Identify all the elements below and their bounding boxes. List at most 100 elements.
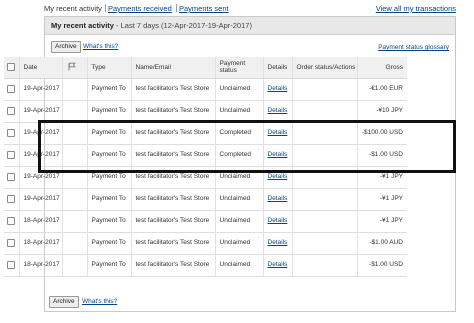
row-details-cell: Details — [262, 254, 292, 276]
whats-this-link[interactable]: What's this? — [83, 43, 118, 50]
row-select-cell — [4, 100, 19, 122]
tab-payments-received[interactable]: Payments received — [108, 4, 172, 13]
row-details-cell: Details — [262, 78, 292, 100]
row-gross: -$1.00 USD — [356, 254, 407, 276]
row-details-cell: Details — [262, 122, 292, 144]
select-all-checkbox[interactable] — [7, 63, 16, 72]
details-link[interactable]: Details — [268, 151, 288, 158]
archive-button[interactable]: Archive — [51, 41, 81, 53]
row-type: Payment To — [86, 78, 131, 100]
flag-icon — [68, 62, 76, 70]
row-date: 18-Apr-2017 — [18, 254, 62, 276]
table-header-row: Date Type Name/Email Payment status Deta… — [4, 57, 407, 79]
table-row: 18-Apr-2017 Payment To test facilitator's … — [4, 232, 407, 254]
details-link[interactable]: Details — [268, 129, 288, 136]
row-select-cell — [4, 232, 19, 254]
row-flag — [61, 144, 87, 166]
row-payment-status: Unclaimed — [214, 232, 263, 254]
row-gross: -€1.00 EUR — [356, 78, 407, 100]
table-row: 19-Apr-2017 Payment To test facilitator's … — [4, 78, 407, 100]
row-date: 19-Apr-2017 — [18, 122, 62, 144]
archive-button-bottom[interactable]: Archive — [49, 296, 79, 308]
details-link[interactable]: Details — [268, 173, 288, 180]
row-name-email: test facilitator's Test Store — [130, 122, 215, 144]
row-type: Payment To — [86, 166, 131, 188]
row-payment-status: Unclaimed — [214, 100, 263, 122]
details-link[interactable]: Details — [268, 217, 288, 224]
row-name-email: test facilitator's Test Store — [130, 100, 215, 122]
row-type: Payment To — [86, 122, 131, 144]
col-gross[interactable]: Gross — [356, 57, 407, 79]
row-name-email: test facilitator's Test Store — [130, 210, 215, 232]
row-select-cell — [4, 144, 19, 166]
view-all-transactions-link[interactable]: View all my transactions — [376, 4, 456, 13]
row-date: 19-Apr-2017 — [18, 188, 62, 210]
tab-divider — [176, 4, 177, 12]
row-order-status — [291, 100, 357, 122]
row-name-email: test facilitator's Test Store — [130, 254, 215, 276]
row-name-email: test facilitator's Test Store — [130, 144, 215, 166]
row-payment-status: Unclaimed — [214, 210, 263, 232]
tab-my-recent-activity[interactable]: My recent activity — [44, 4, 102, 13]
details-link[interactable]: Details — [268, 261, 288, 268]
row-type: Payment To — [86, 100, 131, 122]
tab-payments-sent[interactable]: Payments sent — [179, 4, 229, 13]
row-checkbox[interactable] — [7, 84, 16, 93]
row-checkbox[interactable] — [7, 150, 16, 159]
row-order-status — [291, 210, 357, 232]
row-date: 19-Apr-2017 — [18, 166, 62, 188]
row-select-cell — [4, 122, 19, 144]
row-select-cell — [4, 78, 19, 100]
payment-status-glossary-link[interactable]: Payment status glossary — [378, 44, 449, 51]
details-link[interactable]: Details — [268, 195, 288, 202]
row-gross: -$1.00 USD — [356, 144, 407, 166]
whats-this-link-bottom[interactable]: What's this? — [82, 298, 117, 305]
col-type[interactable]: Type — [86, 57, 131, 79]
row-details-cell: Details — [262, 188, 292, 210]
bottom-toolbar: Archive What's this? — [45, 295, 455, 309]
col-date[interactable]: Date — [18, 57, 62, 79]
details-link[interactable]: Details — [268, 239, 288, 246]
row-order-status — [291, 188, 357, 210]
row-type: Payment To — [86, 188, 131, 210]
row-date: 18-Apr-2017 — [18, 232, 62, 254]
row-flag — [61, 78, 87, 100]
row-select-cell — [4, 254, 19, 276]
table-row: 19-Apr-2017 Payment To test facilitator's … — [4, 144, 407, 166]
row-flag — [61, 166, 87, 188]
row-flag — [61, 100, 87, 122]
transactions-table: Date Type Name/Email Payment status Deta… — [4, 57, 407, 277]
row-select-cell — [4, 166, 19, 188]
row-checkbox[interactable] — [7, 128, 16, 137]
row-select-cell — [4, 188, 19, 210]
row-flag — [61, 254, 87, 276]
row-name-email: test facilitator's Test Store — [130, 166, 215, 188]
details-link[interactable]: Details — [268, 107, 288, 114]
row-checkbox[interactable] — [7, 106, 16, 115]
row-checkbox[interactable] — [7, 194, 16, 203]
row-gross: -$1.00 AUD — [356, 232, 407, 254]
table-row: 19-Apr-2017 Payment To test facilitator's … — [4, 188, 407, 210]
row-details-cell: Details — [262, 166, 292, 188]
row-payment-status: Unclaimed — [214, 188, 263, 210]
row-details-cell: Details — [262, 144, 292, 166]
row-gross: -¥1 JPY — [356, 210, 407, 232]
row-checkbox[interactable] — [7, 216, 16, 225]
row-gross: -$100.00 USD — [356, 122, 407, 144]
col-name-email[interactable]: Name/Email — [130, 57, 215, 79]
transactions-body: 19-Apr-2017 Payment To test facilitator's … — [4, 78, 407, 276]
table-row: 18-Apr-2017 Payment To test facilitator's … — [4, 210, 407, 232]
row-payment-status: Completed — [214, 144, 263, 166]
row-checkbox[interactable] — [7, 238, 16, 247]
row-payment-status: Unclaimed — [214, 78, 263, 100]
col-payment-status[interactable]: Payment status — [214, 57, 263, 79]
row-type: Payment To — [86, 254, 131, 276]
col-flag[interactable] — [61, 57, 87, 79]
row-checkbox[interactable] — [7, 172, 16, 181]
details-link[interactable]: Details — [268, 85, 288, 92]
row-date: 19-Apr-2017 — [18, 144, 62, 166]
row-type: Payment To — [86, 144, 131, 166]
row-order-status — [291, 254, 357, 276]
row-date: 19-Apr-2017 — [18, 78, 62, 100]
row-checkbox[interactable] — [7, 260, 16, 269]
